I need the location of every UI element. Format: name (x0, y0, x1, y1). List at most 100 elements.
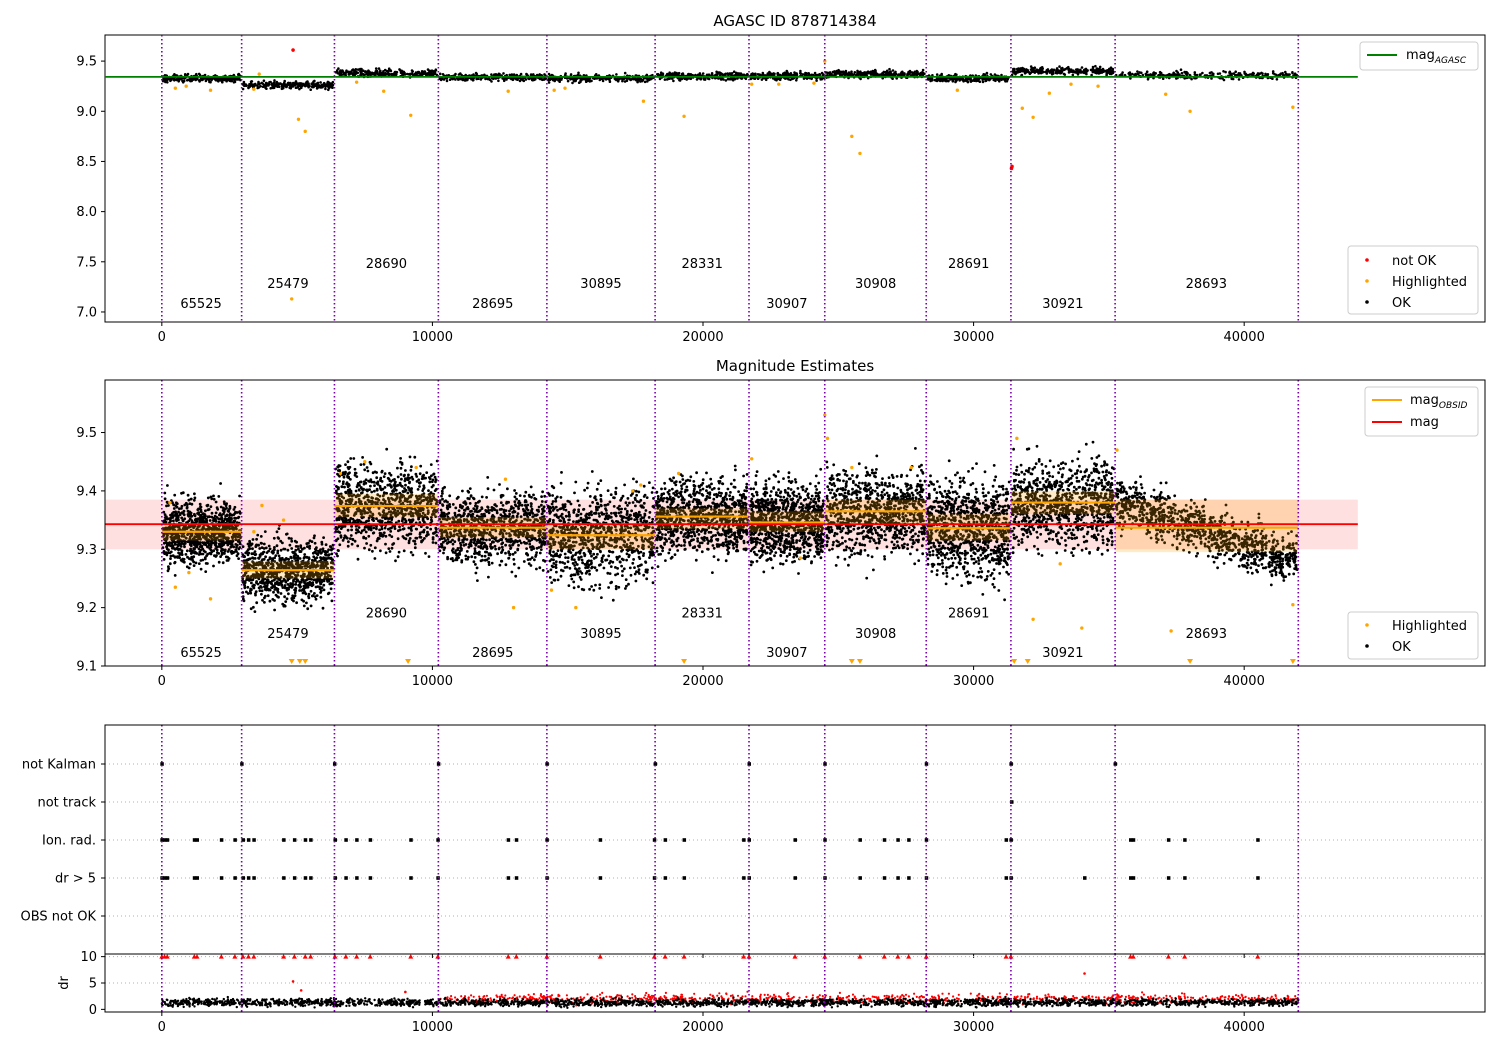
y-tick-label: 8.0 (76, 205, 97, 220)
flag-point (246, 876, 251, 880)
flag-point (1131, 838, 1136, 842)
highlighted-point (414, 465, 418, 470)
flag-point (506, 838, 511, 842)
flag-point (233, 876, 237, 880)
flag-point (233, 838, 237, 842)
obsid-label: 30895 (580, 277, 621, 292)
highlighted-point (503, 477, 508, 481)
highlighted-point (409, 113, 413, 117)
flag-point (1083, 876, 1087, 880)
highlighted-point (1291, 105, 1295, 109)
flag-point (252, 876, 256, 880)
highlighted-point (1015, 436, 1019, 441)
legend-marker (1365, 279, 1369, 283)
highlighted-point (1058, 562, 1062, 566)
highlighted-point (630, 489, 635, 493)
highlighted-point (812, 81, 816, 85)
agasc-panel-title: AGASC ID 878714384 (713, 12, 876, 30)
flag-point (309, 876, 313, 880)
x-tick-label: 0 (158, 674, 166, 689)
flag-point (598, 838, 603, 842)
dr-outlier (1083, 972, 1086, 975)
dr-outlier (404, 990, 407, 994)
highlighted-point (382, 89, 386, 93)
highlighted-point (676, 471, 681, 476)
y-tick-label: 9.4 (76, 484, 97, 499)
figure: AGASC ID 878714384 0 10000 20000 30000 40000… (0, 0, 1500, 1050)
highlighted-point (173, 585, 178, 589)
flag-point (896, 876, 900, 880)
y-tick-label: 9.5 (76, 55, 97, 70)
flag-point (598, 876, 603, 880)
x-tick-label: 40000 (1223, 674, 1264, 689)
flag-point (219, 876, 224, 880)
x-tick-label: 20000 (682, 1020, 723, 1035)
obsid-label: 30921 (1042, 646, 1083, 661)
obsid-label: 65525 (180, 646, 221, 661)
x-tick-label: 40000 (1223, 330, 1264, 345)
obsid-label: 30907 (766, 297, 807, 312)
flag-point (742, 876, 746, 880)
obsid-label: 28695 (472, 646, 513, 661)
highlighted-point (354, 80, 359, 84)
legend-label: mag (1410, 415, 1439, 430)
y-tick-label: 7.5 (76, 255, 97, 270)
flag-point (896, 838, 900, 842)
flag-point (282, 838, 286, 842)
obsid-label: 30908 (855, 277, 896, 292)
highlighted-point (511, 605, 516, 610)
x-tick-label: 30000 (953, 330, 994, 345)
highlighted-point (552, 88, 556, 92)
y-tick-label: 10 (80, 950, 97, 965)
highlighted-point (296, 117, 301, 121)
obsid-label: 28691 (948, 607, 989, 622)
obsid-label: 28693 (1186, 627, 1227, 642)
highlighted-point (252, 87, 256, 91)
flag-point (663, 838, 668, 842)
flag-point (1256, 838, 1260, 842)
highlighted-point (1080, 626, 1084, 630)
highlighted-point (260, 503, 264, 508)
flag-point (355, 838, 359, 842)
highlighted-point (281, 518, 286, 522)
highlighted-point (1164, 92, 1168, 96)
y-tick-label: 9.5 (76, 426, 97, 441)
y-tick-label: 8.5 (76, 155, 97, 170)
flag-point (682, 876, 687, 880)
flag-point (858, 838, 862, 842)
flag-point (1166, 838, 1171, 842)
flag-point (219, 838, 224, 842)
highlighted-point (798, 556, 803, 560)
highlighted-point (750, 82, 754, 86)
highlighted-point (850, 134, 854, 139)
flag-point (309, 838, 313, 842)
obsid-label: 28331 (682, 257, 723, 272)
obsid-label: 65525 (180, 297, 221, 312)
obsid-label: 30908 (855, 627, 896, 642)
highlighted-point (1169, 629, 1173, 633)
flag-point (882, 838, 887, 842)
x-tick-label: 40000 (1223, 1020, 1264, 1035)
highlighted-point (1069, 82, 1073, 86)
flag-point (165, 876, 170, 880)
legend-marker (1365, 300, 1369, 304)
magnitude-panel-title: Magnitude Estimates (716, 357, 874, 375)
y-tick-label: 9.1 (76, 660, 97, 675)
obsid-label: 28690 (366, 257, 407, 272)
highlighted-point (290, 297, 294, 301)
flag-point (1256, 876, 1260, 880)
flag-row-label: dr > 5 (55, 872, 96, 887)
flag-point (907, 876, 911, 880)
highlighted-point (208, 597, 213, 601)
highlighted-point (257, 72, 261, 76)
flag-point (1183, 876, 1187, 880)
flag-point (409, 876, 413, 880)
y-tick-label: 0 (89, 1003, 97, 1018)
highlighted-point (252, 530, 256, 534)
legend-marker (1365, 623, 1369, 627)
obsid-label: 28331 (682, 607, 723, 622)
flag-point (793, 876, 797, 880)
legend-label: Highlighted (1392, 619, 1467, 634)
highlighted-point (641, 99, 646, 103)
dr-axis-label: dr (57, 976, 72, 990)
